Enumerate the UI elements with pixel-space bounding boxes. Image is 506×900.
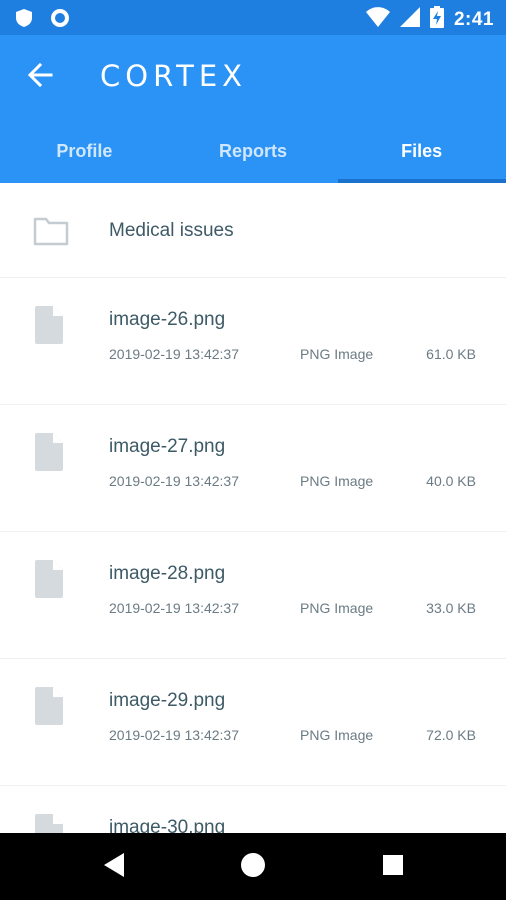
file-name: image-30.png (109, 817, 226, 833)
file-size: 33.0 KB (426, 600, 476, 616)
folder-row[interactable]: Medical issues (0, 183, 506, 278)
tab-profile[interactable]: Profile (0, 120, 169, 183)
tab-files[interactable]: Files (337, 120, 506, 183)
file-row[interactable]: image-30.png (0, 786, 506, 833)
file-type: PNG Image (300, 346, 374, 362)
file-name: image-27.png (109, 436, 226, 457)
tab-bar: Profile Reports Files (0, 120, 506, 183)
file-icon (33, 560, 63, 603)
status-bar: 2:41 (0, 0, 506, 35)
file-row[interactable]: image-28.png 2019-02-19 13:42:37 PNG Ima… (0, 532, 506, 659)
nav-recents-button[interactable] (377, 851, 409, 883)
file-type: PNG Image (300, 727, 374, 743)
file-size: 40.0 KB (426, 473, 476, 489)
status-left-icons (16, 8, 70, 33)
file-size: 61.0 KB (426, 346, 476, 362)
signal-icon (399, 7, 420, 32)
home-circle-icon (240, 852, 266, 883)
file-date: 2019-02-19 13:42:37 (109, 473, 239, 489)
file-name: image-29.png (109, 690, 226, 711)
tab-profile-label: Profile (56, 141, 113, 161)
file-list: Medical issues image-26.png 2019-02-19 1… (0, 183, 506, 833)
file-date: 2019-02-19 13:42:37 (109, 727, 239, 743)
file-type: PNG Image (300, 600, 374, 616)
file-icon (33, 306, 63, 349)
tab-reports[interactable]: Reports (169, 120, 338, 183)
file-name: image-26.png (109, 309, 226, 330)
recents-square-icon (382, 854, 404, 881)
wifi-icon (365, 7, 390, 32)
file-icon (33, 433, 63, 476)
file-icon (33, 687, 63, 730)
status-time: 2:41 (453, 8, 494, 30)
arrow-left-icon (27, 62, 53, 93)
circle-badge-icon (50, 8, 70, 33)
nav-home-button[interactable] (237, 851, 269, 883)
folder-name: Medical issues (109, 220, 234, 241)
battery-charging-icon (429, 6, 444, 33)
file-date: 2019-02-19 13:42:37 (109, 600, 239, 616)
folder-icon (33, 216, 69, 251)
tab-reports-label: Reports (219, 141, 288, 161)
back-triangle-icon (102, 852, 126, 883)
file-size: 72.0 KB (426, 727, 476, 743)
file-row[interactable]: image-29.png 2019-02-19 13:42:37 PNG Ima… (0, 659, 506, 786)
tab-files-label: Files (401, 141, 443, 161)
app-bar: CORTEX Profile Reports Files (0, 35, 506, 183)
shield-icon (16, 9, 32, 32)
file-date: 2019-02-19 13:42:37 (109, 346, 239, 362)
app-logo-title: CORTEX (100, 59, 248, 93)
file-row[interactable]: image-27.png 2019-02-19 13:42:37 PNG Ima… (0, 405, 506, 532)
status-right-icons: 2:41 (365, 6, 494, 33)
file-name: image-28.png (109, 563, 226, 584)
back-button[interactable] (20, 57, 60, 97)
file-icon (33, 814, 63, 833)
file-type: PNG Image (300, 473, 374, 489)
nav-back-button[interactable] (98, 851, 130, 883)
system-nav-bar (0, 833, 506, 900)
file-row[interactable]: image-26.png 2019-02-19 13:42:37 PNG Ima… (0, 278, 506, 405)
